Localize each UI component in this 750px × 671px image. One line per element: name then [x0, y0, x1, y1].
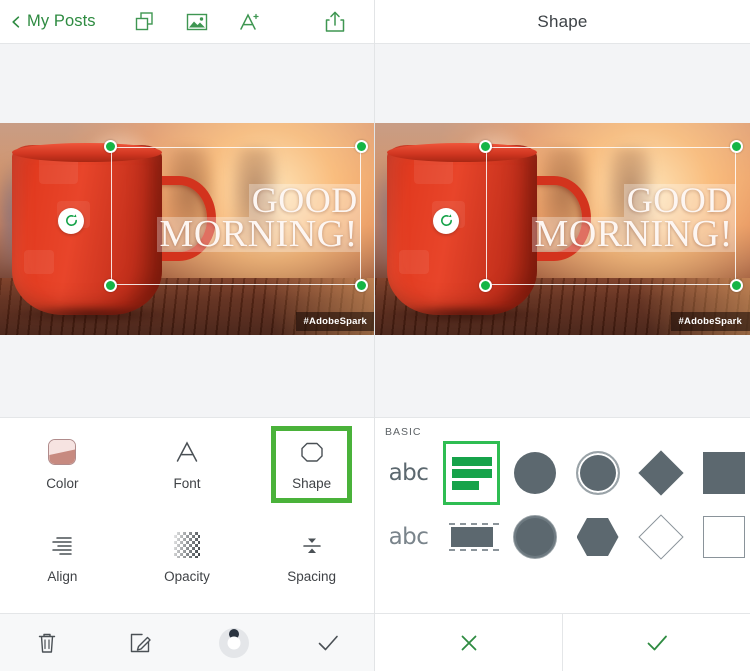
back-label: My Posts [27, 12, 96, 30]
tool-color[interactable]: Color [0, 418, 125, 511]
resize-handle-bottom-right[interactable] [354, 279, 368, 293]
trash-icon[interactable] [33, 629, 61, 657]
tool-align[interactable]: Align [0, 511, 125, 604]
add-text-icon[interactable] [236, 9, 262, 35]
poster-text-line-1: GOOD [623, 182, 736, 218]
tool-shape[interactable]: Shape [249, 418, 374, 511]
font-a-icon [176, 441, 198, 462]
left-canvas-area: GOOD MORNING! #AdobeSpark [0, 44, 374, 417]
right-bottom-bar [375, 613, 750, 671]
square-outline-icon [702, 516, 745, 558]
panel-title: Shape [537, 11, 588, 31]
resize-handle-bottom-right[interactable] [729, 279, 743, 293]
diamond-icon [637, 450, 684, 496]
right-canvas-area: GOOD MORNING! #AdobeSpark [375, 44, 750, 417]
rotate-handle[interactable] [433, 207, 460, 234]
tool-label-shape: Shape [292, 476, 332, 492]
edit-pencil-icon[interactable] [126, 629, 154, 657]
tool-label-opacity: Opacity [164, 568, 210, 584]
dial-knob [228, 628, 239, 639]
confirm-button[interactable] [563, 614, 750, 671]
watermark: #AdobeSpark [295, 312, 374, 331]
dashed-bar-icon [448, 523, 499, 551]
abc-outline-icon: abc [388, 524, 429, 550]
square-icon [702, 452, 745, 494]
shape-option-text-highlight-bars[interactable] [440, 440, 503, 506]
right-header: Shape [375, 0, 750, 44]
poster-text: GOOD MORNING! [486, 165, 736, 270]
right-pane: Shape GOOD MORNING! #AdobeSpark BASIC ab… [375, 0, 750, 671]
poster-text-line-1: GOOD [248, 182, 361, 218]
circle-ring-icon [575, 451, 620, 495]
chevron-left-icon [12, 15, 20, 28]
cancel-button[interactable] [375, 614, 562, 671]
poster-text-line-2: MORNING! [156, 215, 361, 253]
align-right-icon [52, 537, 73, 555]
poster-preview[interactable]: GOOD MORNING! #AdobeSpark [375, 123, 750, 335]
text-tool-grid: Color Font Shape Align Opacity Spacing [0, 417, 374, 603]
shape-option-filled-square[interactable] [692, 440, 750, 506]
checkmark-icon[interactable] [314, 629, 342, 657]
header-icon-group [132, 9, 262, 35]
poster-preview[interactable]: GOOD MORNING! #AdobeSpark [0, 123, 374, 335]
shape-option-filled-diamond[interactable] [629, 440, 692, 506]
shape-option-abc-outline[interactable]: abc [377, 504, 440, 570]
left-bottom-bar [0, 613, 374, 671]
poster-text-line-2: MORNING! [531, 215, 736, 253]
rotate-icon [440, 214, 452, 227]
watermark: #AdobeSpark [670, 312, 750, 331]
app-root: My Posts GOOD MORNING! #AdobeSpark Color… [0, 0, 750, 671]
circle-solid-icon [512, 515, 557, 559]
shape-row-1: abc [375, 440, 750, 506]
checkerboard-icon [173, 531, 200, 558]
shape-row-2: abc [375, 504, 750, 570]
left-header: My Posts [0, 0, 374, 44]
mug-highlight [399, 250, 429, 275]
share-button[interactable] [322, 9, 348, 35]
tool-spacing[interactable]: Spacing [249, 511, 374, 604]
shape-option-dashed-bar[interactable] [440, 504, 503, 570]
shape-option-filled-circle[interactable] [503, 440, 566, 506]
tool-opacity[interactable]: Opacity [125, 511, 250, 604]
tool-font[interactable]: Font [125, 418, 250, 511]
mug-highlight [24, 250, 54, 275]
tool-label-color: Color [46, 476, 79, 492]
rotate-icon [65, 214, 77, 227]
shape-option-outline-square[interactable] [692, 504, 750, 570]
circle-icon [513, 452, 556, 494]
shape-option-ringed-circle[interactable] [566, 440, 629, 506]
shape-section-label: BASIC [385, 426, 422, 438]
shape-option-no-shape[interactable]: abc [377, 440, 440, 506]
image-icon[interactable] [184, 9, 210, 35]
shape-option-outline-diamond[interactable] [629, 504, 692, 570]
octagon-icon [300, 443, 323, 462]
mug-shadow [378, 305, 552, 325]
color-swatch-icon [48, 439, 77, 466]
mug-shadow [3, 305, 177, 325]
green-bars-icon [451, 456, 492, 490]
diamond-outline-icon [637, 514, 684, 560]
left-pane: My Posts GOOD MORNING! #AdobeSpark Color… [0, 0, 375, 671]
line-spacing-icon [302, 538, 321, 553]
abc-plain-icon: abc [388, 460, 429, 486]
checkmark-icon [647, 635, 667, 650]
back-to-my-posts-button[interactable]: My Posts [10, 12, 96, 31]
text-object-selection[interactable]: GOOD MORNING! [104, 140, 368, 293]
tool-label-align: Align [47, 568, 78, 584]
close-x-icon [461, 635, 476, 650]
tool-label-font: Font [173, 476, 201, 492]
hexagon-icon [576, 518, 619, 556]
shape-option-circle-solid[interactable] [503, 504, 566, 570]
shape-option-hexagon[interactable] [566, 504, 629, 570]
tool-label-spacing: Spacing [287, 568, 337, 584]
text-object-selection[interactable]: GOOD MORNING! [479, 140, 743, 293]
opacity-dial-icon[interactable] [218, 627, 249, 658]
share-icon [325, 11, 345, 32]
poster-text: GOOD MORNING! [111, 165, 361, 270]
rotate-handle[interactable] [58, 207, 85, 234]
shape-picker-panel: BASIC abc abc [375, 417, 750, 613]
duplicate-layers-icon[interactable] [132, 9, 158, 35]
